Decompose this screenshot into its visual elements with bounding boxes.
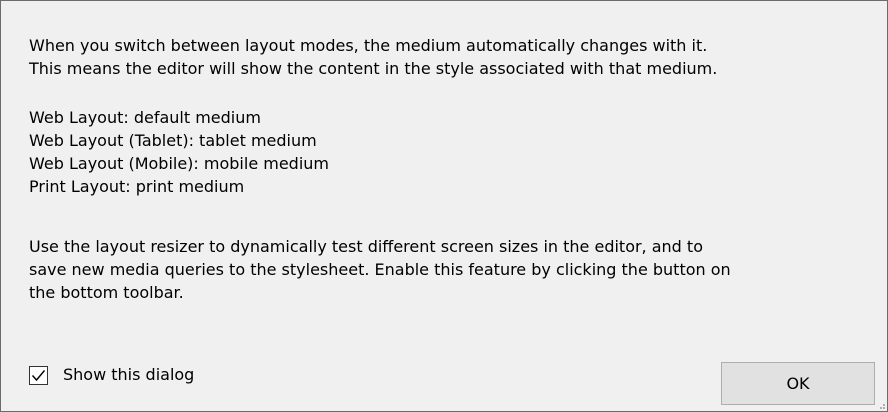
show-dialog-checkbox[interactable]: [29, 365, 48, 385]
resize-grip-icon[interactable]: [876, 400, 886, 410]
intro-paragraph: When you switch between layout modes, th…: [29, 34, 717, 80]
resizer-paragraph: Use the layout resizer to dynamically te…: [29, 235, 731, 304]
resizer-line: save new media queries to the stylesheet…: [29, 260, 731, 279]
intro-line: When you switch between layout modes, th…: [29, 36, 708, 55]
layout-medium-item: Web Layout (Tablet): tablet medium: [29, 131, 317, 150]
layout-medium-item: Web Layout (Mobile): mobile medium: [29, 154, 329, 173]
checkmark-icon: [31, 369, 46, 381]
resizer-line: Use the layout resizer to dynamically te…: [29, 237, 703, 256]
show-dialog-label[interactable]: Show this dialog: [63, 365, 194, 385]
resizer-line: the bottom toolbar.: [29, 283, 184, 302]
show-dialog-option[interactable]: Show this dialog: [29, 364, 194, 386]
intro-line: This means the editor will show the cont…: [29, 59, 718, 78]
layout-medium-list: Web Layout: default medium Web Layout (T…: [29, 106, 329, 198]
layout-mode-dialog: When you switch between layout modes, th…: [0, 0, 888, 412]
layout-medium-item: Web Layout: default medium: [29, 108, 261, 127]
layout-medium-item: Print Layout: print medium: [29, 177, 245, 196]
ok-button[interactable]: OK: [721, 362, 875, 405]
